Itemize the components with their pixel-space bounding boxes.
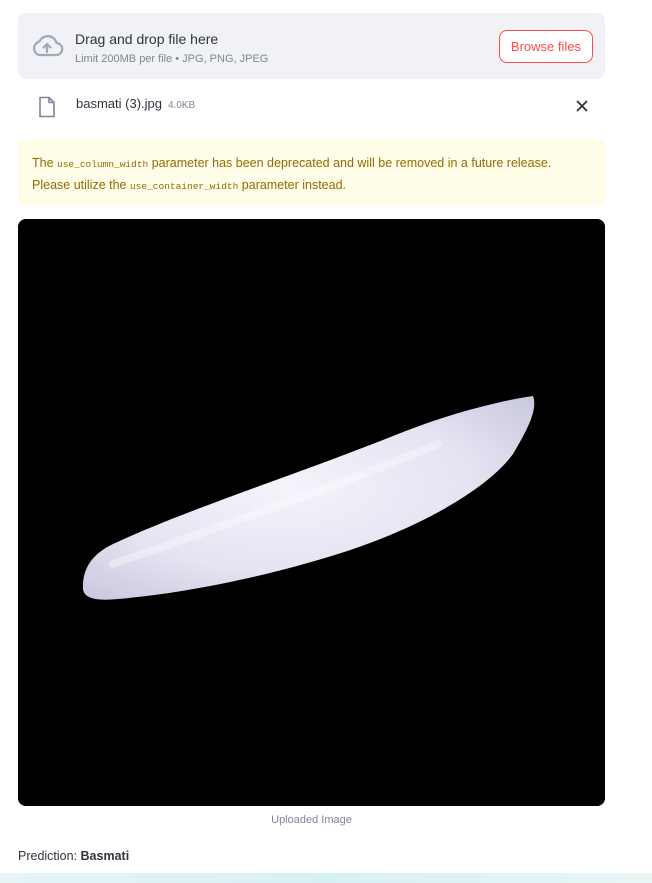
page: Drag and drop file here Limit 200MB per …: [0, 0, 652, 883]
browse-files-button[interactable]: Browse files: [498, 30, 593, 63]
image-caption: Uploaded Image: [271, 814, 352, 826]
uploaded-image: [18, 219, 605, 806]
dropzone-limit-text: Limit 200MB per file • JPG, PNG, JPEG: [75, 53, 269, 65]
file-icon: [39, 96, 55, 118]
prediction-result: Prediction: Basmati: [18, 849, 129, 863]
bottom-decoration-bar: [0, 873, 652, 883]
file-size: 4.0KB: [167, 100, 196, 111]
rice-grain-image: [18, 219, 605, 806]
uploaded-file-row: basmati (3).jpg 4.0KB: [18, 90, 605, 122]
warning-code-1: use_column_width: [57, 159, 149, 170]
warning-code-2: use_container_width: [129, 181, 239, 192]
dropzone-text: Drag and drop file here Limit 200MB per …: [75, 30, 268, 66]
file-name: basmati (3).jpg 4.0KB: [76, 96, 195, 111]
warning-text-3: parameter instead.: [238, 178, 347, 192]
close-icon[interactable]: [575, 99, 589, 113]
deprecation-warning: The use_column_width parameter has been …: [18, 139, 605, 206]
prediction-label: Prediction:: [18, 849, 81, 863]
cloud-upload-icon: [33, 35, 64, 57]
file-name-text: basmati (3).jpg: [76, 96, 162, 111]
warning-text-1: The: [32, 156, 58, 170]
prediction-value: Basmati: [80, 849, 130, 863]
dropzone-title: Drag and drop file here: [75, 31, 219, 47]
file-dropzone[interactable]: Drag and drop file here Limit 200MB per …: [18, 13, 605, 79]
